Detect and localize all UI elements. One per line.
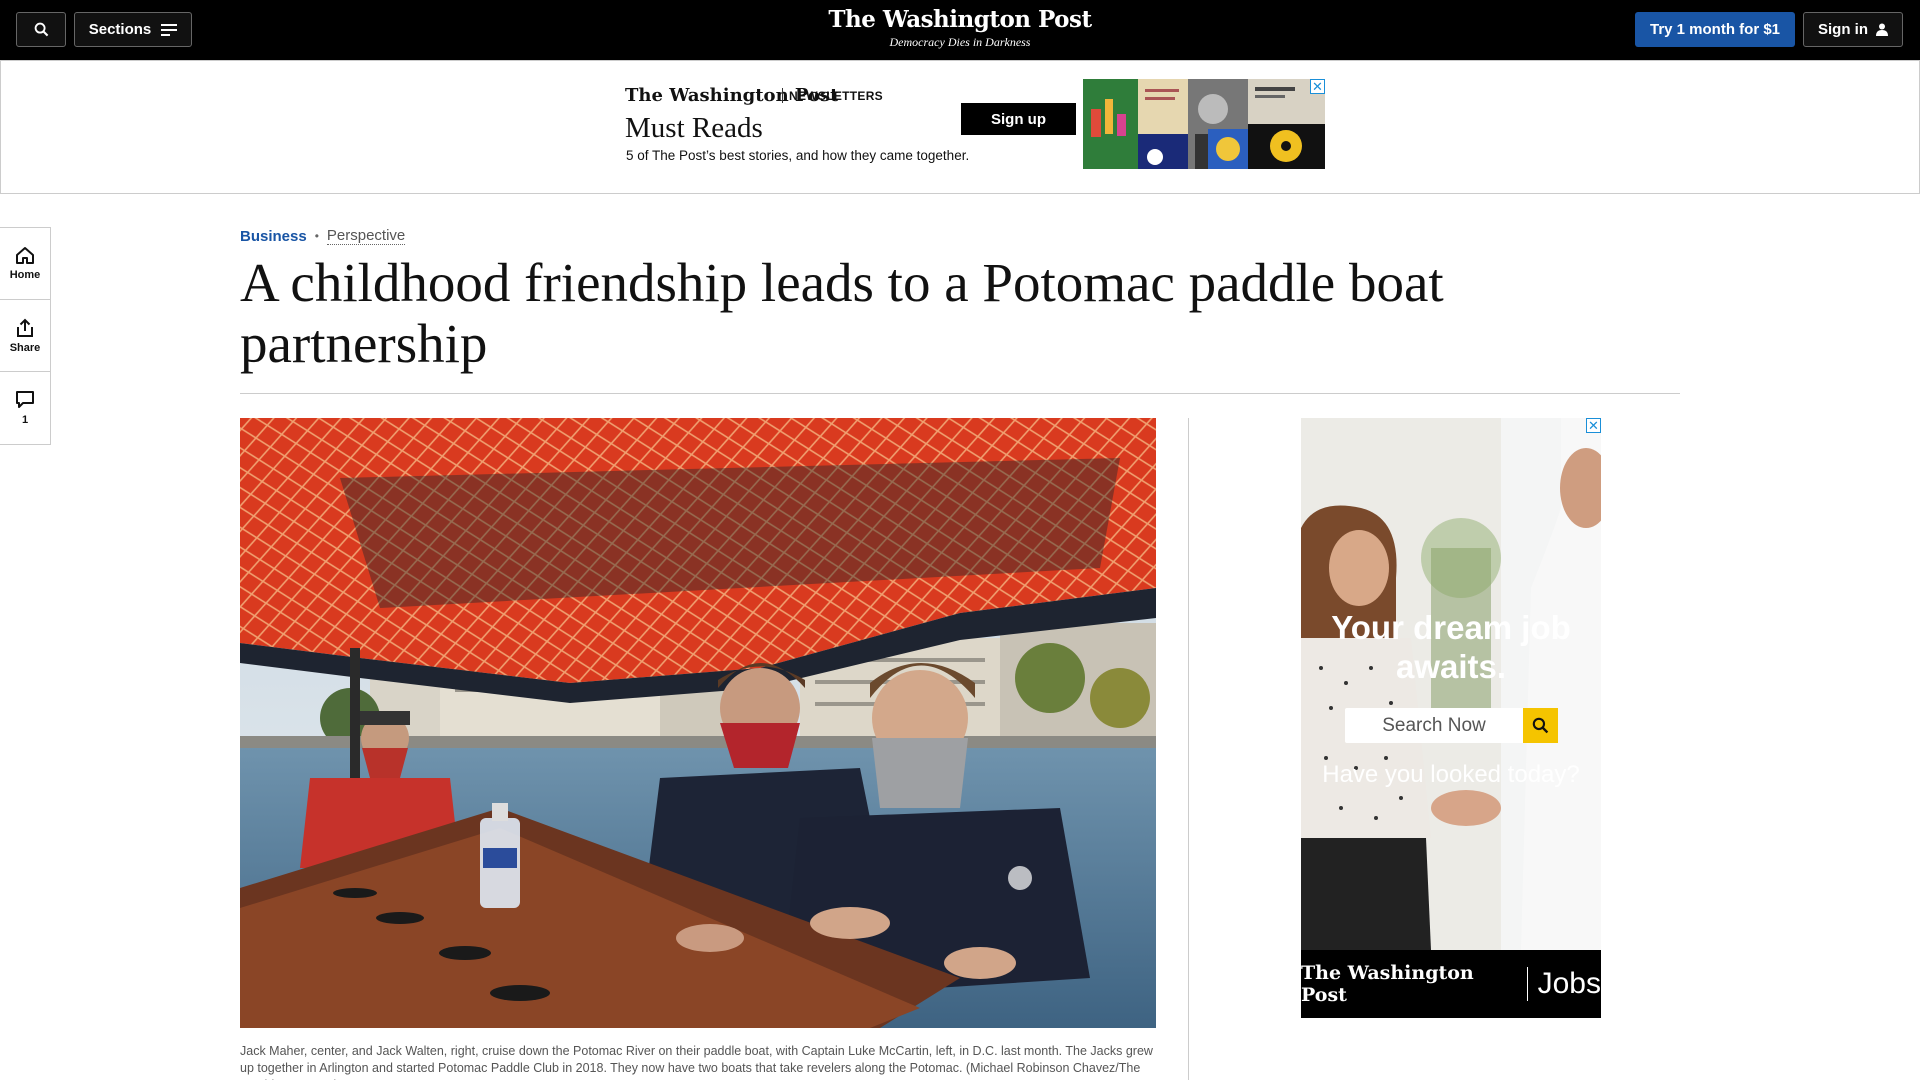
jobs-search-button[interactable] bbox=[1523, 708, 1558, 743]
search-button[interactable] bbox=[16, 12, 66, 47]
photo-caption: Jack Maher, center, and Jack Walten, rig… bbox=[240, 1044, 1153, 1080]
top-ad-banner: The Washington Post NEWSLETTERS Must Rea… bbox=[0, 60, 1920, 194]
newsletter-ad-subtitle: 5 of The Post’s best stories, and how th… bbox=[626, 148, 970, 163]
site-tagline: Democracy Dies in Darkness bbox=[889, 35, 1031, 49]
jobs-ad-logo: The Washington Post bbox=[1301, 962, 1474, 1006]
jobs-ad-footer: The Washington Post Jobs bbox=[1301, 950, 1601, 1018]
sections-label: Sections bbox=[88, 21, 152, 38]
column-divider bbox=[1188, 418, 1189, 1080]
jobs-ad-separator bbox=[1526, 967, 1528, 1001]
rail-home-button[interactable]: Home bbox=[0, 228, 50, 300]
sign-in-label: Sign in bbox=[1818, 21, 1868, 38]
newsletter-ad-collage-image bbox=[1083, 79, 1325, 169]
rail-share-button[interactable]: Share bbox=[0, 300, 50, 372]
newsletter-signup-button[interactable]: Sign up bbox=[961, 103, 1076, 135]
newsletter-ad[interactable]: The Washington Post NEWSLETTERS Must Rea… bbox=[601, 79, 1325, 169]
article-kicker: Business • Perspective bbox=[240, 227, 406, 245]
rail-share-label: Share bbox=[9, 341, 41, 354]
search-icon bbox=[34, 22, 48, 37]
subscribe-button[interactable]: Try 1 month for $1 bbox=[1635, 12, 1795, 47]
section-link[interactable]: Business bbox=[240, 228, 307, 245]
comment-icon bbox=[16, 391, 34, 408]
jobs-search-box[interactable]: Search Now bbox=[1345, 708, 1558, 743]
headline-divider bbox=[240, 393, 1680, 394]
kicker-separator: • bbox=[314, 229, 319, 243]
top-navigation-bar: Sections The Washington Post Democracy D… bbox=[0, 0, 1920, 60]
rail-comments-button[interactable]: 1 bbox=[0, 372, 50, 444]
jobs-ad-wordmark: Jobs bbox=[1537, 967, 1601, 1000]
search-icon bbox=[1532, 717, 1549, 734]
sign-in-button[interactable]: Sign in bbox=[1803, 12, 1903, 47]
jobs-search-field[interactable]: Search Now bbox=[1345, 708, 1523, 743]
jobs-ad-headline: Your dream job awaits. bbox=[1331, 609, 1571, 685]
hamburger-icon bbox=[161, 21, 178, 39]
newsletter-ad-label: NEWSLETTERS bbox=[789, 89, 883, 103]
jobs-ad[interactable]: Your dream job awaits. Search Now Have y… bbox=[1301, 418, 1601, 1018]
masthead[interactable]: The Washington Post Democracy Dies in Da… bbox=[760, 6, 1160, 50]
share-icon bbox=[17, 318, 33, 337]
site-logo[interactable]: The Washington Post bbox=[760, 6, 1160, 33]
user-icon bbox=[1876, 23, 1888, 36]
home-icon bbox=[16, 247, 34, 264]
article-headline: A childhood friendship leads to a Potoma… bbox=[240, 252, 1444, 374]
sections-menu-button[interactable]: Sections bbox=[74, 12, 192, 47]
side-ad-close-button[interactable]: ✕ bbox=[1586, 418, 1601, 433]
lead-photo[interactable] bbox=[240, 418, 1156, 1028]
perspective-label[interactable]: Perspective bbox=[326, 227, 406, 245]
newsletter-ad-title: Must Reads bbox=[625, 112, 763, 144]
rail-home-label: Home bbox=[9, 269, 41, 281]
comment-count: 1 bbox=[21, 414, 29, 426]
top-ad-close-button[interactable]: ✕ bbox=[1310, 79, 1325, 94]
left-action-rail: Home Share 1 bbox=[0, 227, 51, 445]
newsletter-ad-separator bbox=[782, 88, 783, 103]
jobs-ad-tagline: Have you looked today? bbox=[1322, 761, 1580, 788]
